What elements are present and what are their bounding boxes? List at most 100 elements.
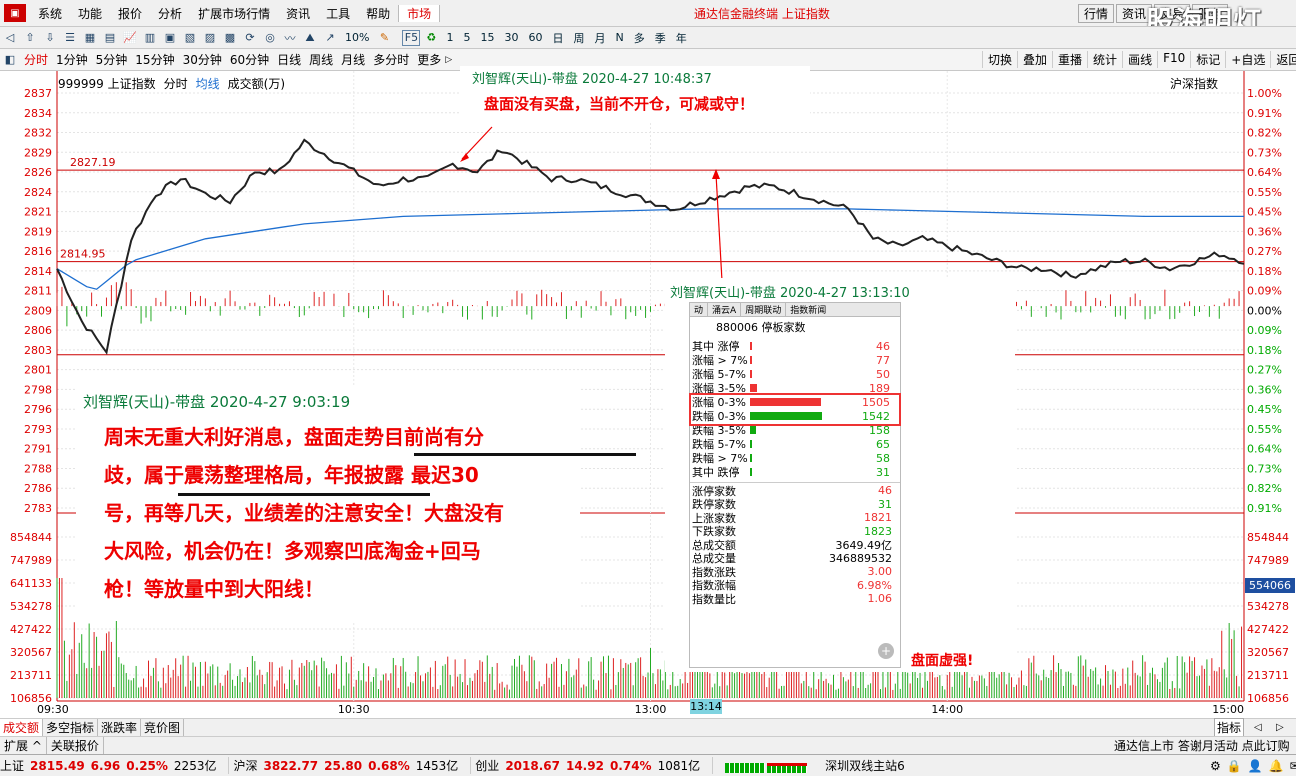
ext-button[interactable]: 扩展 ^	[0, 737, 47, 754]
window-icon[interactable]: ◧	[1, 52, 19, 68]
tab-week[interactable]: 周线	[305, 51, 337, 68]
period-30[interactable]: 30	[499, 31, 523, 44]
replay-button[interactable]: 重播	[1052, 51, 1087, 68]
tab-month[interactable]: 月线	[337, 51, 369, 68]
cycle-icon[interactable]: ♻	[422, 30, 440, 46]
list-icon[interactable]: ☰	[61, 30, 79, 46]
period-month[interactable]: 月	[589, 30, 610, 46]
promo-link[interactable]: 通达信上市 答谢月活动 点此订购	[1114, 737, 1290, 754]
tab-zhangdie[interactable]: 涨跌率	[98, 719, 142, 736]
tab-1min[interactable]: 1分钟	[52, 51, 92, 68]
panel-tab-1[interactable]: 涌云A	[708, 303, 742, 316]
draw-button[interactable]: 画线	[1122, 51, 1157, 68]
tab-60min[interactable]: 60分钟	[226, 51, 273, 68]
table-icon[interactable]: ▤	[101, 30, 119, 46]
bell-icon[interactable]: 🔔	[1269, 759, 1284, 773]
period-5[interactable]: 5	[458, 31, 475, 44]
panel-tab-2[interactable]: 周期联动	[741, 303, 787, 316]
index-chg: 14.92	[565, 759, 604, 773]
tab-duokong[interactable]: 多空指标	[43, 719, 99, 736]
overlay-button[interactable]: 叠加	[1017, 51, 1052, 68]
return-button[interactable]: 返回	[1270, 51, 1296, 68]
settings-icon[interactable]: ⚙	[1210, 759, 1221, 773]
app-logo-icon[interactable]: ▣	[4, 4, 26, 22]
menu-function[interactable]: 功能	[70, 5, 110, 22]
lock-icon[interactable]: 🔒	[1227, 759, 1242, 773]
tab-hangqing[interactable]: 行情	[1078, 3, 1115, 23]
index-quote[interactable]: 创业 2018.67 14.92 0.74% 1081亿	[475, 757, 714, 774]
tab-15min[interactable]: 15分钟	[131, 51, 178, 68]
add-favorite-button[interactable]: +自选	[1225, 51, 1270, 68]
up-arrow-icon[interactable]: ⇧	[21, 30, 39, 46]
f10-icon[interactable]: ▩	[221, 30, 239, 46]
menu-quote[interactable]: 报价	[110, 5, 150, 22]
stats-row-name: 指数量比	[692, 592, 736, 606]
server-name[interactable]: 深圳双线主站6	[825, 757, 905, 774]
comment-popup-1[interactable]: 刘智辉(天山)-带盘 2020-4-27 10:48:37 盘面没有买盘，当前不…	[460, 66, 810, 122]
period-n[interactable]: N	[610, 31, 628, 44]
menu-market[interactable]: 市场	[398, 4, 441, 22]
tab-jingjia[interactable]: 竞价图	[141, 719, 185, 736]
period-1[interactable]: 1	[441, 31, 458, 44]
period-15[interactable]: 15	[475, 31, 499, 44]
f5-icon[interactable]: F5	[402, 29, 421, 46]
indicator-button[interactable]: 指标	[1214, 718, 1245, 737]
wave-icon[interactable]: 〰	[281, 30, 299, 46]
line-chart-icon[interactable]: 📈	[121, 30, 139, 46]
period-60[interactable]: 60	[523, 31, 547, 44]
stats-row-value: 31	[878, 497, 892, 511]
back-icon[interactable]: ◁	[1, 30, 19, 46]
related-quote-button[interactable]: 关联报价	[47, 737, 104, 754]
fund-flow-icon[interactable]: ▨	[201, 30, 219, 46]
kline-icon[interactable]: ▥	[141, 30, 159, 46]
tab-day[interactable]: 日线	[273, 51, 305, 68]
tab-5min[interactable]: 5分钟	[92, 51, 132, 68]
stats-button[interactable]: 统计	[1087, 51, 1122, 68]
menu-system[interactable]: 系统	[30, 5, 70, 22]
underline-1	[414, 453, 636, 456]
grid-icon[interactable]: ▦	[81, 30, 99, 46]
left-arrow-icon[interactable]: ◁	[1254, 722, 1262, 733]
menu-ext-market[interactable]: 扩展市场行情	[190, 5, 278, 22]
tab-fenshi[interactable]: 分时	[20, 51, 52, 68]
bar-chart-icon[interactable]: ▧	[181, 30, 199, 46]
menu-info[interactable]: 资讯	[278, 5, 318, 22]
ten-pct-button[interactable]: 10%	[340, 31, 374, 44]
fund-icon[interactable]: ▣	[161, 30, 179, 46]
tab-multi-fenshi[interactable]: 多分时	[369, 51, 413, 68]
panel-tab-0[interactable]: 动	[690, 303, 709, 316]
person-icon[interactable]: 👤	[1248, 759, 1263, 773]
right-arrow-icon[interactable]: ▷	[1276, 722, 1284, 733]
clock-icon[interactable]: ◎	[261, 30, 279, 46]
switch-button[interactable]: 切换	[982, 51, 1017, 68]
f10-button[interactable]: F10	[1157, 51, 1190, 68]
tab-30min[interactable]: 30分钟	[179, 51, 226, 68]
index-quote[interactable]: 沪深 3822.77 25.80 0.68% 1453亿	[233, 757, 472, 774]
chart-vol-label: 成交额(万)	[227, 77, 286, 91]
period-day[interactable]: 日	[547, 30, 568, 46]
down-arrow-icon[interactable]: ⇩	[41, 30, 59, 46]
pencil-icon[interactable]: ✎	[375, 30, 393, 46]
more-arrow-icon[interactable]: ▷	[445, 55, 452, 65]
period-season[interactable]: 季	[650, 30, 671, 46]
tab-more[interactable]: 更多	[413, 51, 445, 68]
mark-button[interactable]: 标记	[1190, 51, 1225, 68]
comment-popup-2[interactable]: 刘智辉(天山)-带盘 2020-4-27 13:13:10 动 涌云A 周期联动…	[665, 278, 1015, 672]
stats-row-value: 3649.49亿	[835, 538, 893, 552]
period-year[interactable]: 年	[671, 30, 692, 46]
tab-chengjiaoe[interactable]: 成交额	[0, 719, 44, 736]
stats-row-value: 346889532	[829, 551, 892, 565]
trend-icon[interactable]: ↗	[321, 30, 339, 46]
mountain-icon[interactable]: ⛰	[301, 30, 319, 46]
menu-analysis[interactable]: 分析	[150, 5, 190, 22]
panel-tab-3[interactable]: 指数新闻	[786, 303, 830, 316]
menu-tools[interactable]: 工具	[318, 5, 358, 22]
period-week[interactable]: 周	[568, 30, 589, 46]
period-multi[interactable]: 多	[629, 30, 650, 46]
chat-icon[interactable]: ✉	[1290, 759, 1296, 773]
refresh-icon[interactable]: ⟳	[241, 30, 259, 46]
zoom-icon[interactable]: +	[878, 643, 894, 659]
menu-help[interactable]: 帮助	[358, 5, 398, 22]
comment-popup-3[interactable]: 刘智辉(天山)-带盘 2020-4-27 9:03:19 周末无重大利好消息，盘…	[76, 387, 636, 621]
index-quote[interactable]: 上证 2815.49 6.96 0.25% 2253亿	[0, 757, 230, 774]
